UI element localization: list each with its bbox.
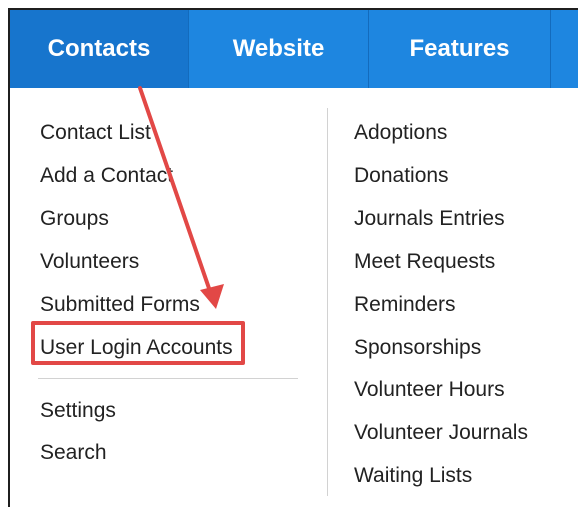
tab-contacts[interactable]: Contacts: [10, 10, 188, 88]
tab-more[interactable]: [550, 10, 578, 88]
menu-item-user-login-accounts[interactable]: User Login Accounts: [40, 335, 233, 361]
contacts-dropdown-menu: Contact List Add a Contact Groups Volunt…: [10, 88, 578, 507]
tab-features[interactable]: Features: [368, 10, 550, 88]
menu-item-submitted-forms[interactable]: Submitted Forms: [40, 292, 200, 318]
menu-item-volunteers[interactable]: Volunteers: [40, 249, 139, 275]
menu-divider: [38, 378, 298, 379]
menu-item-reminders[interactable]: Reminders: [354, 292, 456, 318]
menu-item-search[interactable]: Search: [40, 440, 107, 466]
menu-item-groups[interactable]: Groups: [40, 206, 109, 232]
menu-item-waiting-lists[interactable]: Waiting Lists: [354, 463, 472, 489]
column-divider: [327, 108, 328, 496]
menu-item-journals-entries[interactable]: Journals Entries: [354, 206, 505, 232]
menu-item-sponsorships[interactable]: Sponsorships: [354, 335, 481, 361]
tab-website[interactable]: Website: [188, 10, 368, 88]
menu-item-volunteer-journals[interactable]: Volunteer Journals: [354, 420, 528, 446]
menu-item-add-a-contact[interactable]: Add a Contact: [40, 163, 173, 189]
menu-item-settings[interactable]: Settings: [40, 398, 116, 424]
menu-item-volunteer-hours[interactable]: Volunteer Hours: [354, 377, 505, 403]
menu-item-donations[interactable]: Donations: [354, 163, 449, 189]
menu-item-contact-list[interactable]: Contact List: [40, 120, 151, 146]
menu-item-adoptions[interactable]: Adoptions: [354, 120, 447, 146]
menu-item-meet-requests[interactable]: Meet Requests: [354, 249, 495, 275]
top-nav: Contacts Website Features: [10, 10, 578, 88]
